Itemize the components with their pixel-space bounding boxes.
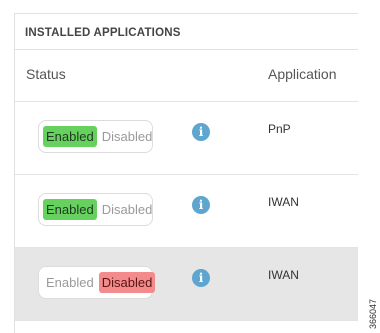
table-header: Status Application (15, 50, 358, 102)
disabled-option[interactable]: Disabled (99, 199, 156, 220)
application-name: IWAN (268, 268, 299, 282)
info-icon[interactable]: i (192, 196, 210, 214)
status-toggle[interactable]: Enabled Disabled (38, 193, 153, 226)
section-title: INSTALLED APPLICATIONS (15, 14, 358, 50)
application-column-header: Application (268, 66, 337, 82)
disabled-option[interactable]: Disabled (99, 126, 156, 147)
status-toggle[interactable]: Enabled Disabled (38, 266, 156, 299)
enabled-option[interactable]: Enabled (43, 199, 97, 220)
disabled-option[interactable]: Disabled (98, 272, 156, 293)
table-row: Enabled Disabled i IWAN (15, 248, 358, 321)
figure-id: 366047 (368, 298, 378, 329)
application-name: IWAN (268, 195, 299, 209)
status-column-header: Status (26, 66, 66, 82)
table-row: Enabled Disabled i IWAN (15, 175, 358, 248)
info-icon[interactable]: i (192, 269, 210, 287)
status-toggle[interactable]: Enabled Disabled (38, 120, 153, 153)
installed-applications-panel: INSTALLED APPLICATIONS Status Applicatio… (14, 13, 358, 333)
enabled-option[interactable]: Enabled (43, 272, 97, 293)
application-name: PnP (268, 122, 291, 136)
enabled-option[interactable]: Enabled (43, 126, 97, 147)
info-icon[interactable]: i (192, 123, 210, 141)
table-row: Enabled Disabled i PnP (15, 102, 358, 175)
